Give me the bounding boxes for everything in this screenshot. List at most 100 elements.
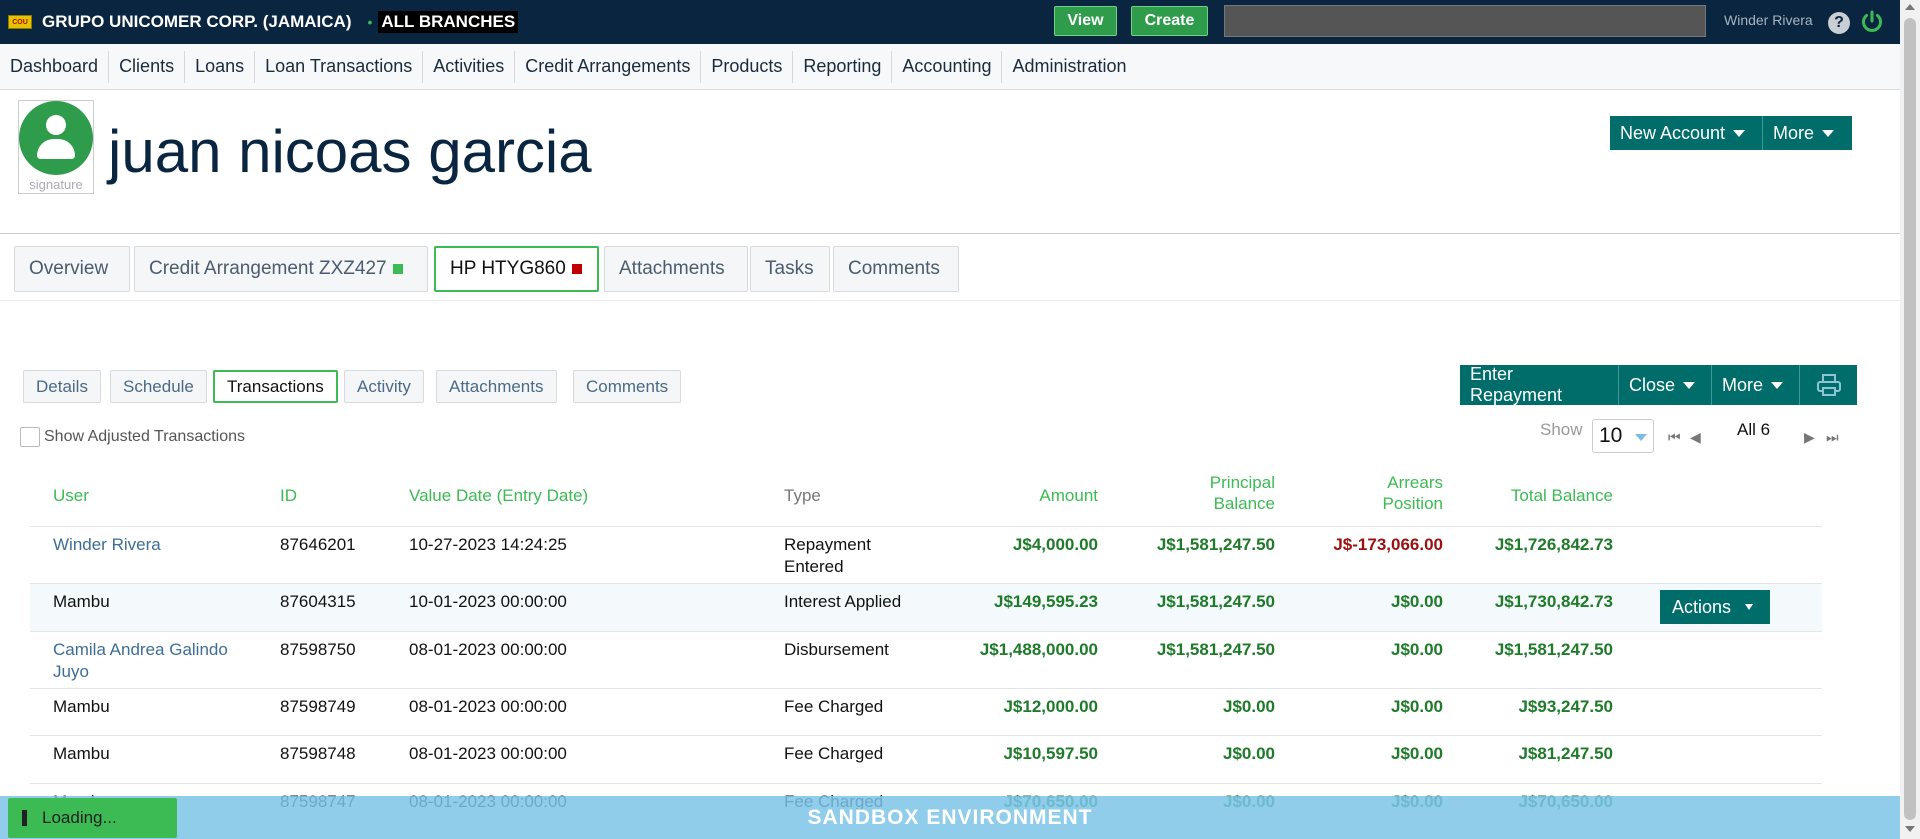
loading-indicator: Loading... bbox=[8, 798, 177, 838]
row-type-line2: Entered bbox=[784, 557, 844, 576]
row-user-link[interactable]: Camila Andrea Galindo Juyo bbox=[53, 639, 228, 683]
tab-label: Overview bbox=[29, 258, 109, 279]
nav-products[interactable]: Products bbox=[701, 50, 794, 83]
nav-dashboard[interactable]: Dashboard bbox=[0, 50, 110, 83]
scroll-up-arrow-icon[interactable] bbox=[1905, 4, 1915, 10]
header-arrears-position[interactable]: Arrears Position bbox=[1280, 472, 1443, 514]
nav-credit-arrangements[interactable]: Credit Arrangements bbox=[515, 50, 702, 83]
subtab-transactions[interactable]: Transactions bbox=[213, 370, 338, 403]
row-total: J$1,581,247.50 bbox=[1494, 640, 1613, 659]
subtab-details[interactable]: Details bbox=[23, 370, 101, 403]
loan-actions-group: Enter Repayment Close More bbox=[1460, 364, 1857, 405]
row-total: J$81,247.50 bbox=[1518, 744, 1613, 763]
row-date: 08-01-2023 00:00:00 bbox=[409, 744, 567, 763]
show-adjusted-toggle[interactable]: Show Adjusted Transactions bbox=[20, 427, 245, 447]
row-total: J$93,247.50 bbox=[1518, 697, 1613, 716]
tab-label: HP HTYG860 bbox=[450, 258, 566, 279]
enter-repayment-button[interactable]: Enter Repayment bbox=[1460, 364, 1619, 405]
header-arrears-line2: Position bbox=[1382, 494, 1443, 513]
tabs-divider bbox=[0, 300, 1900, 301]
page-size-select[interactable]: 10 bbox=[1592, 419, 1654, 453]
nav-loan-transactions[interactable]: Loan Transactions bbox=[255, 50, 424, 83]
header-value-date[interactable]: Value Date (Entry Date) bbox=[409, 485, 588, 506]
subtab-comments[interactable]: Comments bbox=[573, 370, 682, 403]
header-id[interactable]: ID bbox=[280, 485, 297, 506]
nav-accounting[interactable]: Accounting bbox=[892, 50, 1003, 83]
tab-credit-arrangement[interactable]: Credit Arrangement ZXZ427 bbox=[134, 246, 428, 292]
print-button[interactable] bbox=[1800, 365, 1857, 405]
subtab-activity[interactable]: Activity bbox=[344, 370, 424, 403]
header-principal-line1: Principal bbox=[1209, 473, 1275, 492]
logout-power-icon[interactable] bbox=[1860, 10, 1884, 34]
row-amount: J$4,000.00 bbox=[1012, 535, 1098, 554]
loading-spinner-icon bbox=[22, 810, 27, 826]
first-page-icon[interactable]: ⏮ bbox=[1668, 429, 1681, 446]
last-page-icon[interactable]: ⏭ bbox=[1826, 429, 1839, 446]
header-arrears-line1: Arrears bbox=[1387, 473, 1443, 492]
row-arrears: J$0.00 bbox=[1391, 640, 1443, 659]
row-type: Repayment Entered bbox=[784, 534, 871, 578]
next-page-icon[interactable]: ▶ bbox=[1804, 429, 1815, 446]
chevron-down-icon bbox=[1745, 604, 1754, 610]
avatar-signature-label: signature bbox=[29, 177, 83, 192]
close-account-button[interactable]: Close bbox=[1619, 365, 1712, 405]
row-total: J$1,730,842.73 bbox=[1494, 592, 1613, 611]
create-button[interactable]: Create bbox=[1131, 6, 1208, 36]
previous-page-icon[interactable]: ◀ bbox=[1690, 429, 1701, 446]
header-user[interactable]: User bbox=[53, 485, 89, 506]
row-arrears: J$0.00 bbox=[1391, 592, 1443, 611]
row-date: 10-01-2023 00:00:00 bbox=[409, 592, 567, 611]
header-principal-balance[interactable]: Principal Balance bbox=[1100, 472, 1275, 514]
row-id: 87646201 bbox=[280, 535, 356, 554]
row-date: 08-01-2023 00:00:00 bbox=[409, 697, 567, 716]
view-button[interactable]: View bbox=[1054, 6, 1117, 36]
nav-administration[interactable]: Administration bbox=[1002, 51, 1136, 83]
row-id: 87604315 bbox=[280, 592, 356, 611]
show-adjusted-checkbox[interactable] bbox=[20, 427, 40, 447]
branch-selector[interactable]: ALL BRANCHES bbox=[378, 11, 519, 33]
tab-hp-account[interactable]: HP HTYG860 bbox=[434, 246, 599, 292]
global-search-input[interactable] bbox=[1224, 5, 1706, 37]
chevron-down-icon bbox=[1683, 381, 1696, 389]
chevron-down-icon bbox=[1733, 129, 1746, 137]
nav-clients[interactable]: Clients bbox=[109, 50, 186, 83]
header-total-balance[interactable]: Total Balance bbox=[1450, 485, 1613, 506]
row-user-line2: Juyo bbox=[53, 662, 89, 681]
row-amount: J$12,000.00 bbox=[1003, 697, 1098, 716]
client-avatar[interactable]: signature bbox=[18, 100, 94, 194]
close-label: Close bbox=[1629, 374, 1676, 395]
scroll-down-arrow-icon[interactable] bbox=[1905, 826, 1915, 832]
scrollbar-thumb[interactable] bbox=[1904, 18, 1916, 820]
new-account-button[interactable]: New Account bbox=[1610, 116, 1763, 150]
tab-attachments[interactable]: Attachments bbox=[604, 246, 748, 292]
chevron-down-icon bbox=[1771, 381, 1784, 389]
current-user-name[interactable]: Winder Rivera bbox=[1724, 12, 1813, 28]
row-user-link[interactable]: Winder Rivera bbox=[53, 534, 161, 556]
row-actions-button[interactable]: Actions bbox=[1660, 590, 1770, 624]
nav-loans[interactable]: Loans bbox=[185, 50, 256, 83]
company-logo: COU bbox=[8, 15, 32, 29]
tab-tasks[interactable]: Tasks bbox=[750, 246, 830, 292]
page-scrollbar[interactable] bbox=[1900, 0, 1920, 839]
tab-overview[interactable]: Overview bbox=[14, 246, 130, 292]
tab-comments[interactable]: Comments bbox=[833, 246, 959, 292]
status-indicator-icon bbox=[392, 264, 403, 274]
nav-activities[interactable]: Activities bbox=[423, 50, 516, 83]
help-icon[interactable]: ? bbox=[1828, 12, 1850, 34]
row-arrears: J$-173,066.00 bbox=[1333, 535, 1443, 554]
row-principal: J$0.00 bbox=[1223, 697, 1275, 716]
user-avatar-icon bbox=[19, 101, 93, 175]
row-user: Mambu bbox=[53, 592, 110, 611]
loan-more-button[interactable]: More bbox=[1712, 365, 1800, 405]
nav-reporting[interactable]: Reporting bbox=[793, 50, 893, 83]
header-type[interactable]: Type bbox=[784, 485, 821, 506]
subtab-attachments[interactable]: Attachments bbox=[436, 370, 557, 403]
tab-label: Credit Arrangement ZXZ427 bbox=[149, 258, 387, 279]
row-id: 87598750 bbox=[280, 640, 356, 659]
subtab-schedule[interactable]: Schedule bbox=[110, 370, 207, 403]
tab-label: Attachments bbox=[619, 258, 725, 279]
row-type: Interest Applied bbox=[784, 592, 902, 611]
header-amount[interactable]: Amount bbox=[900, 485, 1098, 506]
client-more-button[interactable]: More bbox=[1763, 116, 1852, 150]
row-amount: J$10,597.50 bbox=[1003, 744, 1098, 763]
